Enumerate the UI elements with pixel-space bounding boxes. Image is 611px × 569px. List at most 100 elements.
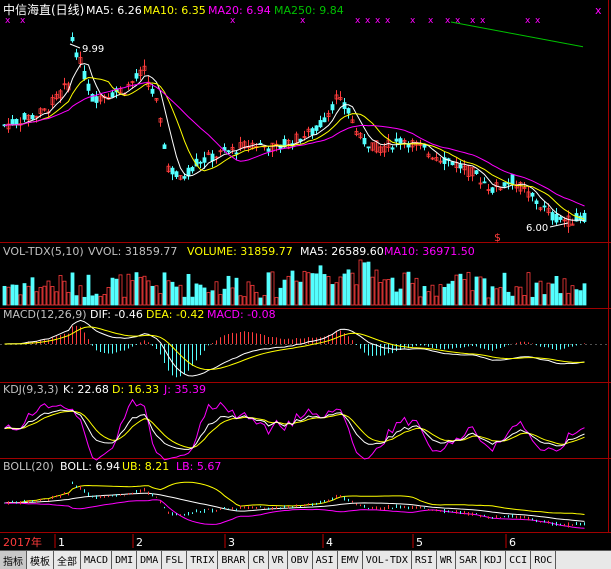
tab-vol-tdx[interactable]: VOL-TDX: [362, 551, 412, 569]
candle-body: [314, 125, 319, 131]
volume-bar: [46, 280, 51, 306]
tab-emv[interactable]: EMV: [337, 551, 363, 569]
vol-ma10-label: MA10: 36971.50: [384, 245, 475, 258]
volume-bar: [374, 269, 379, 306]
volume-bar: [378, 282, 383, 306]
volume-bar: [310, 273, 315, 306]
volume-bar: [242, 296, 247, 306]
candle-body: [14, 119, 19, 125]
signal-marker: x: [365, 16, 371, 26]
signal-marker: x: [525, 16, 531, 26]
chart-title: 中信海直(日线): [3, 2, 84, 17]
volume-bar: [538, 280, 543, 306]
candle-body: [198, 161, 203, 164]
candle-body: [10, 119, 15, 126]
close-icon[interactable]: x: [595, 4, 602, 17]
dif-label: DIF: -0.46: [90, 308, 143, 321]
tab-templates[interactable]: 模板: [27, 551, 54, 569]
candle-body: [94, 96, 99, 103]
volume-bar: [30, 277, 35, 306]
candle-body: [450, 161, 455, 166]
tab-vr[interactable]: VR: [268, 551, 288, 569]
candle-body: [542, 205, 547, 208]
tab-indicators[interactable]: 指标: [0, 551, 27, 569]
candle-body: [330, 104, 335, 111]
vvol-label: VVOL: 31859.77: [88, 245, 177, 258]
tab-roc[interactable]: ROC: [531, 551, 557, 569]
volume-bar: [262, 294, 267, 306]
volume-bar: [106, 287, 111, 306]
volume-bars: [2, 259, 587, 306]
volume-bar: [546, 282, 551, 306]
volume-bar: [50, 286, 55, 306]
candle-body: [210, 153, 215, 162]
volume-bar: [578, 290, 583, 306]
boll-ub-label: UB: 8.21: [122, 460, 169, 473]
boll-price-bars: [4, 481, 585, 528]
volume-bar: [114, 278, 119, 306]
volume-bar: [450, 280, 455, 306]
candle-body: [322, 117, 327, 123]
tab-brar[interactable]: BRAR: [218, 551, 250, 569]
month-label: 2: [136, 536, 143, 549]
tab-cci[interactable]: CCI: [506, 551, 532, 569]
volume-bar: [38, 287, 43, 306]
volume-bar: [410, 282, 415, 306]
volume-bar: [154, 285, 159, 306]
volume-bar: [518, 286, 523, 306]
tab-all[interactable]: 全部: [54, 551, 81, 569]
volume-bar: [26, 285, 31, 306]
stock-chart[interactable]: 中信海直(日线) MA5: 6.26 MA10: 6.35 MA20: 6.94…: [0, 0, 611, 550]
candle-body: [554, 213, 559, 223]
volume-bar: [134, 272, 139, 306]
volume-bar: [10, 284, 15, 306]
volume-bar: [510, 295, 515, 306]
volume-bar: [86, 274, 91, 306]
candlesticks[interactable]: [2, 32, 587, 233]
volume-bar: [202, 287, 207, 306]
volume-bar: [446, 283, 451, 306]
volume-bar: [18, 294, 23, 306]
tab-fsl[interactable]: FSL: [162, 551, 188, 569]
volume-bar: [126, 273, 131, 306]
candle-body: [502, 182, 507, 187]
candle-body: [534, 200, 539, 204]
tab-sar[interactable]: SAR: [456, 551, 482, 569]
volume-bar: [418, 296, 423, 306]
volume-bar: [74, 295, 79, 306]
volume-bar: [426, 291, 431, 306]
volume-bar: [334, 282, 339, 306]
volume-bar: [162, 272, 167, 306]
volume-bar: [178, 284, 183, 306]
tab-trix[interactable]: TRIX: [187, 551, 219, 569]
volume-bar: [210, 290, 215, 306]
tab-rsi[interactable]: RSI: [411, 551, 437, 569]
volume-bar: [366, 261, 371, 306]
tab-macd[interactable]: MACD: [81, 551, 113, 569]
volume-bar: [54, 291, 59, 306]
tab-wr[interactable]: WR: [436, 551, 457, 569]
volume-bar: [574, 289, 579, 306]
ma20-label: MA20: 6.94: [208, 4, 271, 17]
volume-bar: [2, 285, 7, 306]
tab-cr[interactable]: CR: [249, 551, 269, 569]
boll-lower-band: [4, 499, 585, 529]
candle-body: [362, 137, 367, 145]
tab-kdj[interactable]: KDJ: [481, 551, 507, 569]
volume-bar: [330, 284, 335, 306]
volume-bar: [266, 272, 271, 306]
volume-bar: [110, 277, 115, 306]
tab-dmi[interactable]: DMI: [112, 551, 138, 569]
tab-asi[interactable]: ASI: [312, 551, 338, 569]
ma250-label: MA250: 9.84: [274, 4, 344, 17]
signal-marker: x: [385, 16, 391, 26]
tab-obv[interactable]: OBV: [287, 551, 313, 569]
high-price-arrow: [69, 43, 81, 49]
candle-body: [110, 92, 115, 98]
volume-bar: [238, 295, 243, 306]
volume-bar: [402, 272, 407, 306]
tab-dma[interactable]: DMA: [137, 551, 163, 569]
low-price-label: 6.00: [526, 223, 548, 234]
volume-bar: [250, 284, 255, 306]
volume-bar: [570, 285, 575, 306]
